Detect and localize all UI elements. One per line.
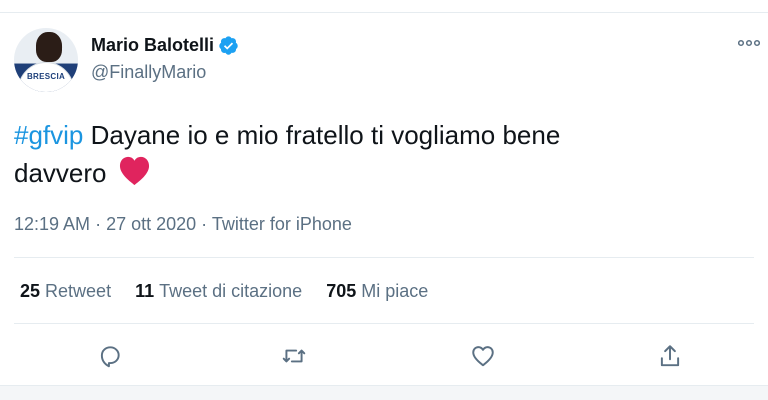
divider [14, 257, 754, 258]
more-options-icon[interactable] [738, 38, 760, 48]
author-name[interactable]: Mario Balotelli [91, 35, 214, 56]
retweet-stat[interactable]: 25 Retweet [20, 281, 111, 302]
quote-count: 11 [135, 281, 155, 301]
like-count: 705 [326, 281, 357, 301]
reply-icon [100, 346, 120, 368]
tweet-text-line2: davvero [14, 158, 107, 188]
top-divider [0, 12, 768, 13]
retweet-count: 25 [20, 281, 41, 301]
tweet-time[interactable]: 12:19 AM [14, 214, 90, 234]
avatar[interactable]: BRESCIA [14, 28, 78, 92]
tweet-source[interactable]: Twitter for iPhone [212, 214, 352, 234]
retweet-icon [282, 349, 306, 363]
like-stat[interactable]: 705 Mi piace [326, 281, 428, 302]
heart-outline-icon [472, 346, 494, 367]
tweet-metadata: 12:19 AM · 27 ott 2020 · Twitter for iPh… [14, 214, 352, 235]
verified-badge-icon [219, 36, 238, 55]
share-button[interactable] [655, 341, 685, 371]
bottom-band [0, 385, 768, 400]
engagement-stats: 25 Retweet 11 Tweet di citazione 705 Mi pia… [20, 281, 452, 302]
retweet-label: Retweet [45, 281, 112, 301]
share-icon [660, 345, 680, 367]
author-handle[interactable]: @FinallyMario [91, 62, 206, 83]
avatar-head [36, 32, 62, 62]
avatar-crest-text: BRESCIA [26, 72, 66, 81]
quote-label: Tweet di citazione [159, 281, 303, 301]
author-name-row: Mario Balotelli [91, 35, 239, 56]
red-heart-icon [119, 156, 149, 186]
meta-separator: · [196, 214, 212, 234]
tweet-text: #gfvip Dayane io e mio fratello ti vogli… [14, 116, 734, 192]
like-button[interactable] [468, 341, 498, 371]
quote-stat[interactable]: 11 Tweet di citazione [135, 281, 302, 302]
like-label: Mi piace [361, 281, 429, 301]
tweet-text-line1: Dayane io e mio fratello ti vogliamo ben… [83, 120, 561, 150]
hashtag-link[interactable]: #gfvip [14, 120, 83, 150]
reply-button[interactable] [95, 341, 125, 371]
retweet-button[interactable] [279, 341, 309, 371]
divider [14, 323, 754, 324]
meta-separator: · [90, 214, 107, 234]
tweet-date[interactable]: 27 ott 2020 [106, 214, 196, 234]
